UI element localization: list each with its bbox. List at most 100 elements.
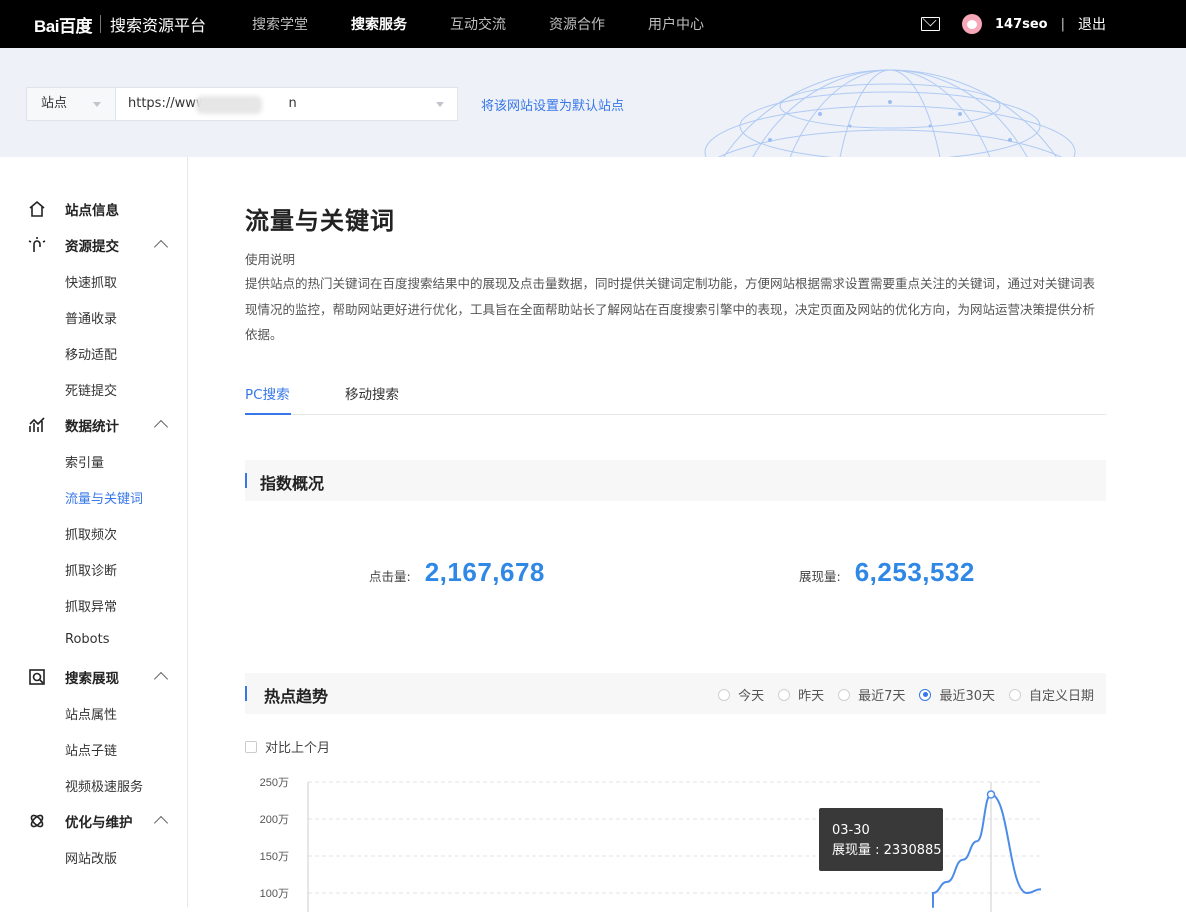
site-url-prefix: https://www: [128, 96, 207, 111]
impressions-metric: 展现量: 6,253,532: [799, 557, 975, 588]
range-today[interactable]: 今天: [718, 685, 764, 704]
chevron-up-icon: [153, 815, 169, 831]
nav-user-center[interactable]: 用户中心: [648, 14, 704, 34]
mail-icon[interactable]: [920, 17, 940, 31]
sidebar-item-normal-index[interactable]: 普通收录: [65, 308, 117, 327]
site-banner: 站点 https://www n 将该网站设置为默认站点: [0, 48, 1186, 157]
logout-link[interactable]: 退出: [1078, 14, 1106, 34]
tab-pc-search[interactable]: PC搜索: [245, 383, 290, 403]
stats-icon: [29, 417, 45, 432]
sidebar-group-label: 资源提交: [65, 239, 119, 255]
baidu-logo[interactable]: Bai百度 搜索资源平台: [34, 11, 206, 37]
site-url-suffix: n: [288, 96, 297, 111]
range-last-30-days[interactable]: 最近30天: [919, 685, 995, 704]
sidebar-item-traffic-keywords[interactable]: 流量与关键词: [65, 488, 143, 507]
globe-decoration: [704, 69, 1076, 157]
sidebar-item-crawl-frequency[interactable]: 抓取频次: [65, 524, 117, 543]
usage-title: 使用说明: [245, 252, 296, 267]
tooltip-value: 展现量 : 2330885: [832, 843, 942, 858]
sidebar-group-label: 搜索展现: [65, 671, 119, 687]
range-custom[interactable]: 自定义日期: [1008, 685, 1094, 704]
data-point[interactable]: [986, 790, 996, 799]
sidebar-item-sitelinks[interactable]: 站点子链: [65, 740, 117, 759]
sidebar-item-index-volume[interactable]: 索引量: [65, 452, 104, 471]
nav-interaction[interactable]: 互动交流: [450, 14, 506, 34]
radio-icon: [778, 688, 791, 701]
site-type-label: 站点: [41, 96, 68, 111]
sidebar-item-fast-crawl[interactable]: 快速抓取: [65, 272, 117, 291]
y-tick-label: 200万: [260, 814, 289, 826]
user-divider: |: [1060, 16, 1065, 32]
usage-description: 提供站点的热门关键词在百度搜索结果中的展现及点击量数据，同时提供关键词定制功能，…: [245, 271, 1106, 348]
logo-text: Bai百度: [34, 16, 92, 36]
sidebar-item-robots[interactable]: Robots: [65, 632, 109, 647]
chevron-up-icon: [153, 419, 169, 435]
clicks-label: 点击量:: [369, 569, 411, 584]
active-tab-indicator: [245, 413, 291, 415]
username[interactable]: 147seo: [995, 17, 1048, 32]
redacted-mask: [196, 96, 262, 114]
radio-icon: [838, 688, 851, 701]
page-title: 流量与关键词: [245, 207, 395, 235]
impressions-value: 6,253,532: [854, 557, 975, 587]
site-url-dropdown[interactable]: https://www n: [116, 88, 457, 120]
search-type-tabs: PC搜索 移动搜索: [245, 369, 1106, 415]
range-label: 最近30天: [939, 689, 995, 704]
sidebar-group-stats[interactable]: 数据统计: [0, 407, 187, 443]
usage-line: 依据。: [245, 327, 283, 342]
sidebar-item-dead-link[interactable]: 死链提交: [65, 380, 117, 399]
radio-icon: [1008, 688, 1021, 701]
trend-section-header: 热点趋势 今天 昨天 最近7天 最近30天 自定义日期: [245, 673, 1106, 714]
sidebar-item-site-revision[interactable]: 网站改版: [65, 848, 117, 867]
avatar[interactable]: [961, 14, 982, 34]
sidebar-group-site-info[interactable]: 站点信息: [0, 191, 187, 227]
overview-title: 指数概况: [260, 474, 325, 493]
clicks-metric: 点击量: 2,167,678: [369, 557, 545, 588]
tab-mobile-search[interactable]: 移动搜索: [345, 383, 399, 403]
section-accent-bar: [245, 686, 247, 701]
y-tick-label: 100万: [260, 888, 289, 900]
sidebar-group-label: 优化与维护: [65, 815, 133, 831]
sidebar-group-label: 站点信息: [65, 203, 119, 219]
sidebar-group-search-display[interactable]: 搜索展现: [0, 659, 187, 695]
submit-icon: [28, 237, 46, 252]
set-default-site-link[interactable]: 将该网站设置为默认站点: [481, 95, 624, 114]
range-label: 昨天: [798, 689, 825, 704]
radio-icon: [718, 688, 731, 701]
chevron-down-icon: [436, 102, 444, 107]
sidebar-item-video-service[interactable]: 视频极速服务: [65, 776, 143, 795]
chevron-up-icon: [153, 239, 169, 255]
trend-title: 热点趋势: [264, 687, 329, 706]
usage-line: 提供站点的热门关键词在百度搜索结果中的展现及点击量数据，同时提供关键词定制功能，…: [245, 276, 1096, 291]
compare-last-month[interactable]: 对比上个月: [245, 737, 330, 756]
nav-search-service[interactable]: 搜索服务: [351, 14, 407, 34]
nav-cooperation[interactable]: 资源合作: [549, 14, 605, 34]
range-label: 自定义日期: [1028, 689, 1094, 704]
site-type-dropdown[interactable]: 站点: [27, 88, 116, 120]
user-area: 147seo | 退出: [920, 0, 1106, 48]
y-tick-label: 150万: [260, 851, 289, 863]
date-range-selector: 今天 昨天 最近7天 最近30天 自定义日期: [704, 685, 1094, 704]
sidebar-item-crawl-errors[interactable]: 抓取异常: [65, 596, 117, 615]
sidebar-item-mobile-adapt[interactable]: 移动适配: [65, 344, 117, 363]
sidebar-item-crawl-diagnosis[interactable]: 抓取诊断: [65, 560, 117, 579]
sidebar-group-submit[interactable]: 资源提交: [0, 227, 187, 263]
compare-label: 对比上个月: [265, 741, 331, 756]
nav-learning[interactable]: 搜索学堂: [252, 14, 308, 34]
optimize-icon: [30, 814, 44, 828]
chevron-down-icon: [93, 102, 101, 107]
range-last-7-days[interactable]: 最近7天: [838, 685, 905, 704]
chevron-up-icon: [153, 671, 169, 687]
range-label: 今天: [738, 689, 765, 704]
site-selector: 站点 https://www n: [26, 87, 458, 121]
tooltip-date: 03-30: [832, 823, 870, 838]
range-yesterday[interactable]: 昨天: [778, 685, 824, 704]
logo-divider: [99, 15, 101, 33]
search-display-icon: [29, 669, 45, 685]
checkbox-icon: [245, 740, 257, 753]
top-navbar: Bai百度 搜索资源平台 搜索学堂 搜索服务 互动交流 资源合作 用户中心 14…: [0, 0, 1186, 48]
chart-tooltip: 03-30 展现量 : 2330885: [819, 808, 943, 871]
sidebar-group-optimize[interactable]: 优化与维护: [0, 803, 187, 839]
sidebar-item-site-attributes[interactable]: 站点属性: [65, 704, 117, 723]
overview-section-header: 指数概况: [245, 460, 1106, 501]
